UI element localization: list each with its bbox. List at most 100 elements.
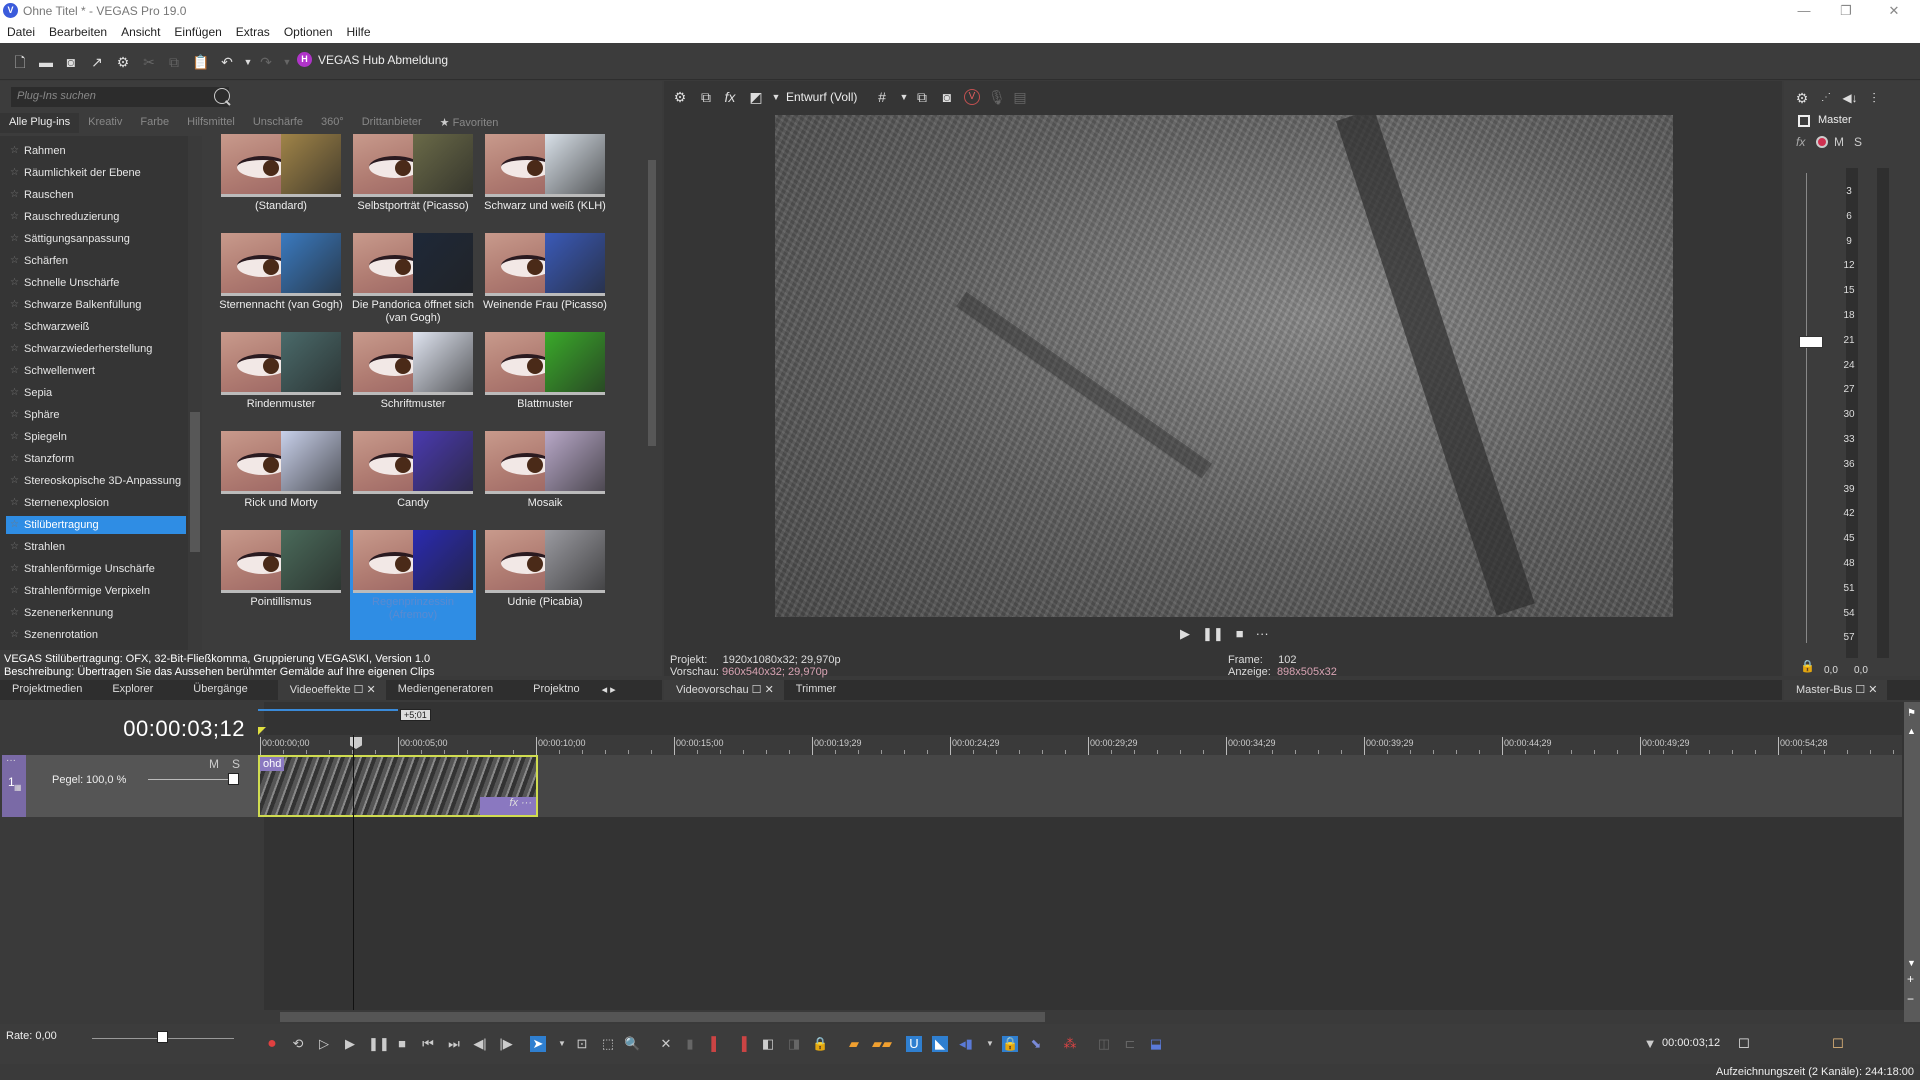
grid-dropdown-icon[interactable]: ▼: [896, 89, 912, 105]
horizontal-scroll-thumb[interactable]: [280, 1012, 1045, 1022]
auto-ripple-icon[interactable]: ◂▮: [958, 1036, 974, 1052]
preview-quality-select[interactable]: Entwurf (Voll): [786, 90, 857, 104]
menu-ansicht[interactable]: Ansicht: [114, 22, 167, 43]
loop-region-bar[interactable]: [258, 709, 398, 711]
plugin-list-item[interactable]: ☆ Spiegeln: [6, 428, 186, 446]
zoom-in-icon[interactable]: +: [1907, 972, 1914, 986]
go-to-start-icon[interactable]: ⏮: [420, 1036, 436, 1052]
tab-hilfsmittel[interactable]: Hilfsmittel: [178, 113, 244, 133]
favorite-star-icon[interactable]: ☆: [10, 582, 19, 600]
style-preset[interactable]: Schwarz und weiß (KLH): [482, 134, 608, 213]
go-to-end-icon[interactable]: ⏭: [446, 1036, 462, 1052]
track-solo-button[interactable]: S: [232, 757, 240, 771]
scroll-down-icon[interactable]: ▼: [1907, 958, 1916, 968]
rate-slider-handle[interactable]: [157, 1031, 168, 1043]
stop-icon[interactable]: ■: [1236, 626, 1244, 642]
plugin-list-item[interactable]: ☆ Schwarze Balkenfüllung: [6, 296, 186, 314]
favorite-star-icon[interactable]: ☆: [10, 362, 19, 380]
tab-drittanbieter[interactable]: Drittanbieter: [353, 113, 431, 133]
video-event-clip[interactable]: ohd fx ···: [258, 755, 538, 817]
video-track-header[interactable]: Pegel: 100,0 % M S: [2, 755, 260, 817]
tab-unschaerfe[interactable]: Unschärfe: [244, 113, 312, 133]
trim-end-icon[interactable]: ▐: [734, 1036, 750, 1052]
favorite-star-icon[interactable]: ☆: [10, 142, 19, 160]
plugin-list-item[interactable]: ☆ Strahlen: [6, 538, 186, 556]
envelope-tool-icon[interactable]: ⊡: [574, 1036, 590, 1052]
render-icon[interactable]: ↗: [89, 54, 105, 70]
menu-extras[interactable]: Extras: [229, 22, 277, 43]
copy-snapshot-icon[interactable]: ⧉: [914, 89, 930, 105]
tab-alle-plugins[interactable]: Alle Plug-ins: [0, 113, 80, 133]
master-settings-icon[interactable]: ⚙: [1794, 90, 1810, 106]
master-fx-icon[interactable]: fx: [1796, 135, 1805, 149]
play-icon[interactable]: ▶: [1180, 626, 1190, 642]
plugin-list-item[interactable]: ☆ Szenenrotation: [6, 626, 186, 644]
minimize-button[interactable]: —: [1784, 2, 1824, 20]
snapping-icon[interactable]: U: [906, 1036, 922, 1052]
master-automation-icon[interactable]: [1816, 136, 1828, 148]
redo-icon[interactable]: ↷: [258, 54, 274, 70]
vegas-mark-icon[interactable]: V: [964, 89, 980, 105]
favorite-star-icon[interactable]: ☆: [10, 516, 19, 534]
favorite-star-icon[interactable]: ☆: [10, 626, 19, 644]
selection-cursor-icon[interactable]: ⬊: [1028, 1036, 1044, 1052]
menu-datei[interactable]: Datei: [0, 22, 42, 43]
tab-scroll-arrows-icon[interactable]: ◂ ▸: [590, 680, 626, 700]
play-icon[interactable]: ▶: [342, 1036, 358, 1052]
tab-projektmedien[interactable]: Projektmedien: [0, 680, 92, 700]
favorite-star-icon[interactable]: ☆: [10, 406, 19, 424]
favorite-star-icon[interactable]: ☆: [10, 274, 19, 292]
plugin-list-item[interactable]: ☆ Räumlichkeit der Ebene: [6, 164, 186, 182]
plugin-list-item[interactable]: ☆ Schwarzweiß: [6, 318, 186, 336]
tab-kreativ[interactable]: Kreativ: [79, 113, 131, 133]
marker-icon[interactable]: [258, 727, 266, 735]
ignore-grouping-icon[interactable]: ◨: [786, 1036, 802, 1052]
favorite-star-icon[interactable]: ☆: [10, 186, 19, 204]
style-preset[interactable]: Rindenmuster: [218, 332, 344, 411]
favorite-star-icon[interactable]: ☆: [10, 208, 19, 226]
style-preset[interactable]: Candy: [350, 431, 476, 510]
play-from-start-icon[interactable]: ▷: [316, 1036, 332, 1052]
disabled-tool2-icon[interactable]: ⊏: [1122, 1036, 1138, 1052]
close-tab-icon[interactable]: ✕: [1868, 684, 1877, 696]
grid-icon[interactable]: #: [874, 89, 890, 105]
style-preset[interactable]: Udnie (Picabia): [482, 530, 608, 609]
next-frame-icon[interactable]: |▶: [498, 1036, 514, 1052]
favorite-star-icon[interactable]: ☆: [10, 318, 19, 336]
style-preset[interactable]: (Standard): [218, 134, 344, 213]
playhead-cursor[interactable]: [353, 735, 354, 1010]
audio-tool-icon[interactable]: ⬓: [1148, 1036, 1164, 1052]
plugin-list-scroll-thumb[interactable]: [190, 412, 200, 552]
plugin-list-item[interactable]: ☆ Schnelle Unschärfe: [6, 274, 186, 292]
tab-farbe[interactable]: Farbe: [131, 113, 178, 133]
undo-icon[interactable]: ↶: [219, 54, 235, 70]
plugin-list-scrollbar[interactable]: [188, 136, 202, 650]
menu-einfuegen[interactable]: Einfügen: [167, 22, 228, 43]
plugin-list-item[interactable]: ☆ Rauschreduzierung: [6, 208, 186, 226]
auto-crossfade-icon[interactable]: ◣: [932, 1036, 948, 1052]
plugin-list-item[interactable]: ☆ Rauschen: [6, 186, 186, 204]
settings-icon[interactable]: ⚙: [115, 54, 131, 70]
tab-uebergaenge[interactable]: Übergänge: [173, 680, 277, 700]
timeline-vertical-scrollbar[interactable]: ⚑ ▲ ▼ + −: [1904, 702, 1920, 1022]
zoom-out-icon[interactable]: −: [1907, 992, 1914, 1006]
more-icon[interactable]: ···: [1256, 626, 1269, 642]
master-fader-handle[interactable]: [1799, 336, 1823, 348]
favorite-star-icon[interactable]: ☆: [10, 428, 19, 446]
flag-icon[interactable]: ⚑: [1907, 708, 1916, 719]
favorite-star-icon[interactable]: ☆: [10, 296, 19, 314]
save-snapshot-icon[interactable]: ◙: [939, 89, 955, 105]
style-preset[interactable]: Pointillismus: [218, 530, 344, 609]
selection-start-icon[interactable]: ☐: [1736, 1036, 1752, 1052]
favorite-star-icon[interactable]: ☆: [10, 230, 19, 248]
favorite-star-icon[interactable]: ☆: [10, 340, 19, 358]
loop-icon[interactable]: ⟲: [290, 1036, 306, 1052]
master-mute-button[interactable]: M: [1834, 135, 1844, 149]
undock-icon[interactable]: ☐: [752, 684, 762, 696]
trim-icon[interactable]: ▮: [682, 1036, 698, 1052]
plugin-list-item[interactable]: ☆ Sphäre: [6, 406, 186, 424]
track-number-strip[interactable]: ··· 1 ▦: [2, 755, 26, 817]
insert-marker-icon[interactable]: ▰: [846, 1036, 862, 1052]
trim-start-icon[interactable]: ▌: [708, 1036, 724, 1052]
downmix-icon[interactable]: ⋰: [1818, 90, 1834, 106]
